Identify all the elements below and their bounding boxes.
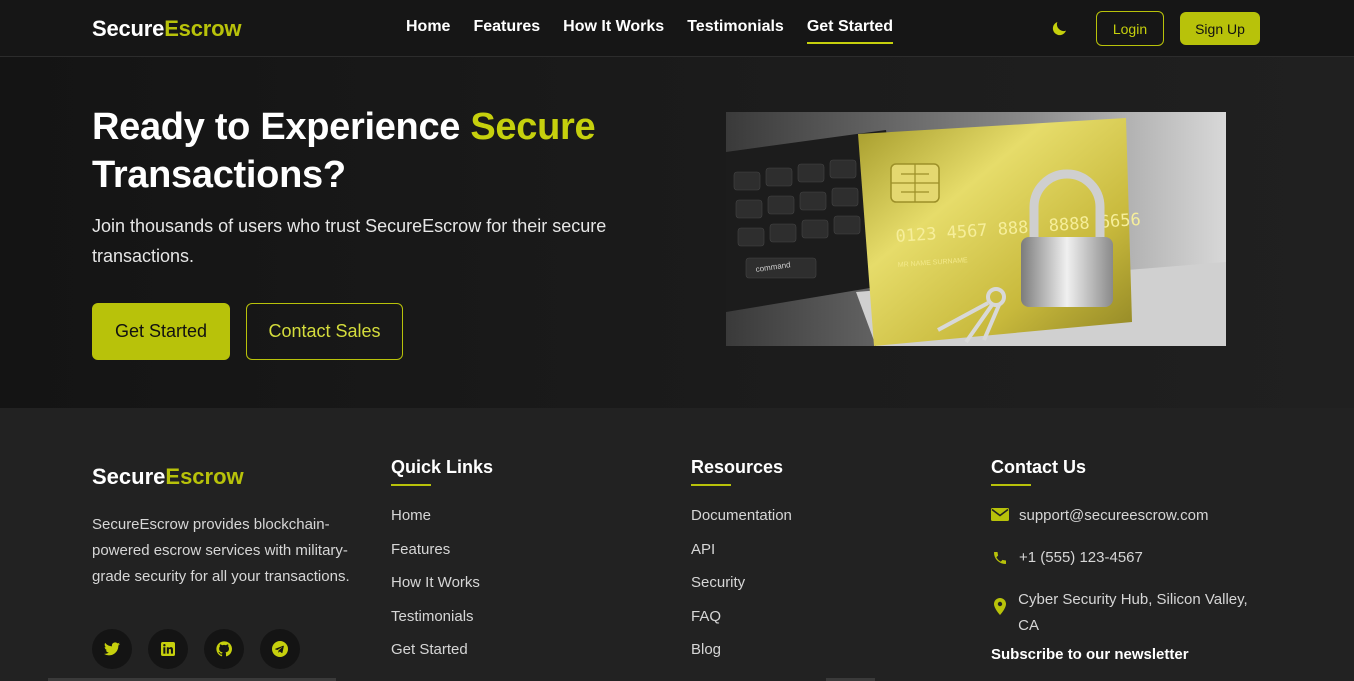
nav-link-home[interactable]: Home: [406, 18, 450, 44]
resources-column: Resources Documentation API Security FAQ…: [691, 457, 792, 675]
hero-title-part1: Ready to Experience: [92, 106, 471, 148]
resources-title: Resources: [691, 457, 784, 477]
footer-link-blog[interactable]: Blog: [691, 641, 792, 675]
twitter-icon[interactable]: [92, 629, 132, 669]
get-started-button[interactable]: Get Started: [92, 303, 230, 360]
github-icon[interactable]: [204, 629, 244, 669]
contact-title: Contact Us: [991, 457, 1087, 477]
map-marker-icon: [991, 587, 1008, 615]
quick-links-column: Quick Links Home Features How It Works T…: [391, 457, 493, 675]
footer-link-how-it-works[interactable]: How It Works: [391, 574, 493, 608]
footer-link-home[interactable]: Home: [391, 507, 493, 541]
footer-brand-logo[interactable]: SecureEscrow: [92, 464, 244, 490]
brand-name-part1: Secure: [92, 16, 165, 41]
contact-address: Cyber Security Hub, Silicon Valley, CA: [1018, 591, 1248, 634]
footer-link-faq[interactable]: FAQ: [691, 608, 792, 642]
social-links: [92, 629, 300, 669]
hero-title: Ready to Experience Secure Transactions?: [92, 103, 652, 199]
footer-link-api[interactable]: API: [691, 541, 792, 575]
contact-column: Contact Us: [991, 457, 1086, 486]
telegram-icon[interactable]: [260, 629, 300, 669]
contact-phone-row: +1 (555) 123-4567: [991, 545, 1143, 571]
phone-icon: [991, 545, 1009, 566]
footer-link-testimonials[interactable]: Testimonials: [391, 608, 493, 642]
heading-underline: [691, 484, 731, 486]
envelope-icon: [991, 503, 1009, 521]
footer-brand-part1: Secure: [92, 464, 166, 489]
heading-underline: [391, 484, 431, 486]
cta-hero-section: Ready to Experience Secure Transactions?…: [0, 57, 1354, 408]
footer-brand-part2: Escrow: [165, 464, 244, 489]
footer-link-features[interactable]: Features: [391, 541, 493, 575]
signup-button[interactable]: Sign Up: [1180, 12, 1260, 45]
nav-links: Home Features How It Works Testimonials …: [406, 18, 894, 44]
newsletter-title: Subscribe to our newsletter: [991, 646, 1189, 663]
contact-phone[interactable]: +1 (555) 123-4567: [1019, 545, 1143, 571]
security-card-lock-image: command 0123 4567 8888 8888 6656 MR NAME…: [726, 112, 1226, 346]
hero-title-part2: Transactions?: [92, 154, 346, 196]
hero-subtitle: Join thousands of users who trust Secure…: [92, 216, 607, 266]
brand-name-part2: Escrow: [164, 16, 242, 41]
site-footer: SecureEscrow SecureEscrow provides block…: [0, 408, 1354, 681]
hero-title-accent: Secure: [470, 106, 596, 148]
nav-link-features[interactable]: Features: [473, 18, 540, 44]
footer-link-get-started[interactable]: Get Started: [391, 641, 493, 675]
nav-link-get-started[interactable]: Get Started: [806, 18, 894, 44]
contact-email-row: support@secureescrow.com: [991, 503, 1208, 529]
nav-link-how-it-works[interactable]: How It Works: [563, 18, 664, 44]
nav-link-testimonials[interactable]: Testimonials: [687, 18, 784, 44]
top-navbar: SecureEscrow Home Features How It Works …: [0, 0, 1354, 57]
linkedin-icon[interactable]: [148, 629, 188, 669]
heading-underline: [991, 484, 1031, 486]
contact-sales-button[interactable]: Contact Sales: [246, 303, 403, 360]
quick-links-title: Quick Links: [391, 457, 494, 477]
dark-mode-moon-icon[interactable]: [1051, 19, 1069, 37]
contact-email[interactable]: support@secureescrow.com: [1019, 503, 1208, 529]
footer-link-documentation[interactable]: Documentation: [691, 507, 792, 541]
contact-address-row: Cyber Security Hub, Silicon Valley, CA: [991, 587, 1261, 639]
login-button[interactable]: Login: [1096, 11, 1164, 46]
footer-link-security[interactable]: Security: [691, 574, 792, 608]
brand-logo[interactable]: SecureEscrow: [92, 16, 241, 42]
footer-description: SecureEscrow provides blockchain-powered…: [92, 516, 350, 585]
